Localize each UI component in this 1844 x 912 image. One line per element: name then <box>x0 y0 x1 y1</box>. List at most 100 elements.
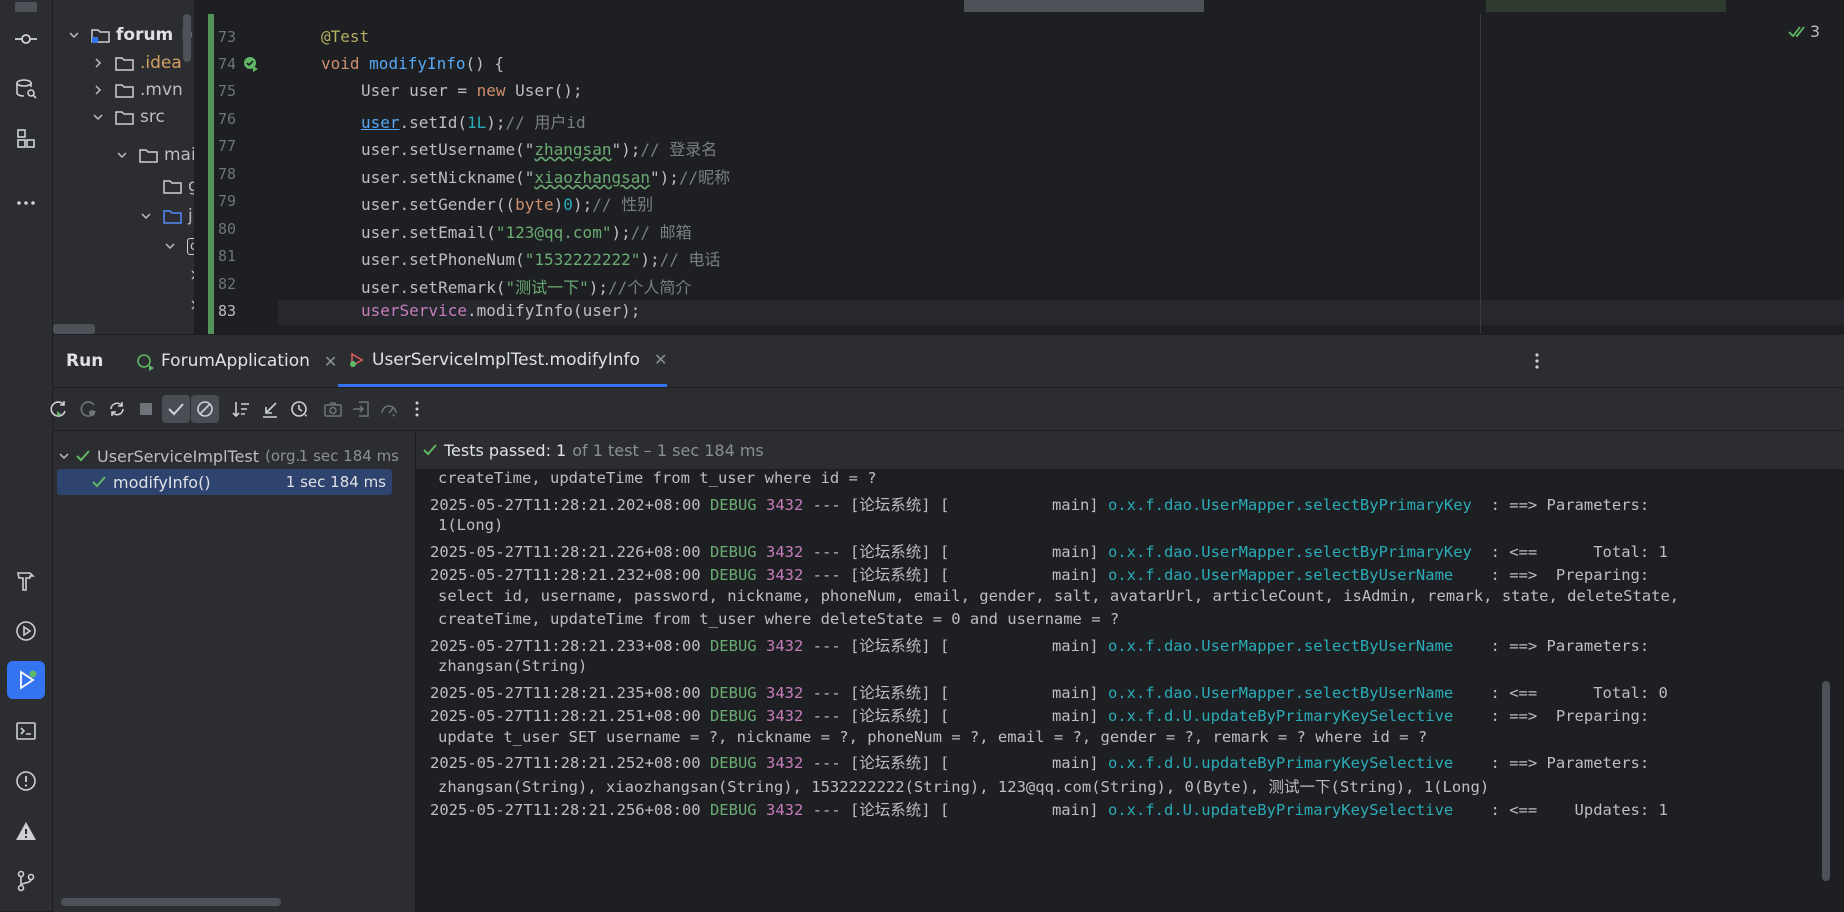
tree-item-label: .idea <box>140 53 182 73</box>
tree-item-main[interactable]: main <box>115 142 194 168</box>
code-line[interactable]: user.setGender((byte)0);// 性别 <box>361 191 653 215</box>
log-message: : ==> Parameters: <box>1453 636 1650 655</box>
coverage-button[interactable] <box>375 395 403 423</box>
code-line[interactable]: @Test <box>321 27 369 46</box>
more-tools-button[interactable] <box>7 184 45 222</box>
toggle-auto-test-button[interactable] <box>103 395 131 423</box>
log-level: DEBUG <box>709 495 757 514</box>
run-window-title: Run <box>66 351 104 371</box>
log-pid: 3432 <box>765 754 804 772</box>
log-spacer <box>701 543 710 561</box>
string-literal: "1532222222" <box>524 250 641 269</box>
build-tool-button[interactable] <box>7 562 45 600</box>
tree-item-idea[interactable]: .idea <box>91 50 182 76</box>
code-line[interactable]: void modifyInfo() { <box>321 54 504 73</box>
git-tool-button[interactable] <box>7 862 45 900</box>
tree-item-java[interactable]: ja <box>139 203 194 229</box>
chevron-right-icon <box>95 85 102 95</box>
log-continuation: createTime, updateTime from t_user where… <box>438 469 877 487</box>
services-tool-button[interactable] <box>7 612 45 650</box>
tree-item-collapsed[interactable] <box>187 292 194 318</box>
inspection-widget[interactable]: 3 <box>1788 22 1820 41</box>
console-vertical-scrollbar[interactable] <box>1822 681 1830 881</box>
code-line[interactable]: user.setRemark("测试一下");//个人简介 <box>361 274 691 298</box>
console-output[interactable]: Tests passed: 1 of 1 test – 1 sec 184 ms… <box>416 431 1844 912</box>
tree-horizontal-scrollbar[interactable] <box>61 898 281 906</box>
tree-item-forum[interactable]: forum D:\ <box>67 22 194 48</box>
log-spacer <box>701 496 710 514</box>
code-line[interactable]: user.setEmail("123@qq.com");// 邮箱 <box>361 219 692 243</box>
tree-item-label: main <box>164 145 194 165</box>
show-ignored-toggle[interactable] <box>191 395 219 423</box>
run-icon <box>20 670 37 690</box>
tab-user-service-impl-test[interactable]: UserServiceImplTest.modifyInfo ✕ <box>338 335 668 387</box>
tree-horizontal-scrollbar[interactable] <box>53 324 95 334</box>
comment: // 电话 <box>659 250 721 269</box>
code-text: ); <box>640 250 660 269</box>
log-thread: --- [论坛系统] [ main] <box>803 542 1108 561</box>
tree-item-collapsed[interactable] <box>187 262 194 288</box>
code-line[interactable]: user.setNickname("xiaozhangsan");//昵称 <box>361 164 730 188</box>
code-line[interactable]: user.setId(1L);// 用户id <box>361 109 586 133</box>
code-text: ); <box>486 113 506 132</box>
code-line[interactable]: userService.modifyInfo(user); <box>361 301 640 320</box>
log-timestamp: 2025-05-27T11:28:21.202+08:00 <box>430 495 701 514</box>
terminal-tool-button[interactable] <box>7 712 45 750</box>
tree-item-g[interactable]: g <box>163 173 194 199</box>
log-spacer <box>701 707 710 725</box>
code-text: user.setUsername(" <box>361 140 535 159</box>
close-icon[interactable]: ✕ <box>324 352 337 371</box>
code-text: User(); <box>505 81 583 100</box>
log-spacer <box>757 801 766 819</box>
database-tool-button[interactable] <box>7 70 45 108</box>
string-literal: "123@qq.com" <box>495 223 612 242</box>
line-number: 81 <box>218 247 237 265</box>
code-line[interactable]: User user = new User(); <box>361 81 583 100</box>
warnings-tool-button[interactable] <box>7 812 45 850</box>
log-level: DEBUG <box>709 566 757 584</box>
stop-icon <box>140 403 152 415</box>
line-gutter: 73 74 75 76 77 78 79 80 81 82 83 <box>194 0 278 334</box>
import-tests-button[interactable] <box>347 395 375 423</box>
rerun-failed-button[interactable] <box>75 395 103 423</box>
test-suite-row[interactable]: UserServiceImplTest (org. 1 sec 184 ms <box>57 443 405 469</box>
commit-tool-button[interactable] <box>7 20 45 58</box>
tree-vertical-scrollbar[interactable] <box>183 14 191 62</box>
test-history-button[interactable] <box>285 395 313 423</box>
structure-icon <box>17 129 35 148</box>
more-options-button[interactable] <box>1527 351 1547 375</box>
log-pid: 3432 <box>765 566 804 584</box>
log-message: : ==> Parameters: <box>1471 495 1650 514</box>
log-message: : <== Total: 1 <box>1471 542 1668 561</box>
import-icon <box>353 401 369 417</box>
log-entry: 2025-05-27T11:28:21.251+08:00 DEBUG 3432… <box>430 704 1649 726</box>
tree-item-package[interactable]: c <box>163 233 194 259</box>
test-passed-run-icon[interactable] <box>242 55 260 73</box>
test-case-row[interactable]: modifyInfo() 1 sec 184 ms <box>57 469 392 495</box>
tree-item-src[interactable]: src <box>91 104 165 130</box>
code-line[interactable]: user.setUsername("zhangsan");// 登录名 <box>361 136 717 160</box>
structure-tool-button[interactable] <box>7 120 45 158</box>
code-line[interactable]: user.setPhoneNum("1532222222");// 电话 <box>361 246 721 270</box>
comment: //个人简介 <box>608 278 692 297</box>
screenshot-button[interactable] <box>319 395 347 423</box>
stop-button[interactable] <box>132 395 160 423</box>
tree-item-mvn[interactable]: .mvn <box>91 77 183 103</box>
folder-icon <box>163 179 182 194</box>
more-toolbar-button[interactable] <box>403 395 431 423</box>
problems-tool-button[interactable] <box>7 762 45 800</box>
code-text: user.setRemark( <box>361 278 506 297</box>
close-icon[interactable]: ✕ <box>654 350 667 369</box>
collapse-all-button[interactable] <box>256 395 284 423</box>
show-passed-toggle[interactable] <box>162 395 190 423</box>
rerun-button[interactable] <box>45 395 73 423</box>
log-level: DEBUG <box>709 754 757 772</box>
sort-button[interactable] <box>227 395 255 423</box>
log-thread: --- [论坛系统] [ main] <box>803 707 1108 725</box>
test-status-bar: Tests passed: 1 of 1 test – 1 sec 184 ms <box>416 431 1844 469</box>
log-continuation: createTime, updateTime from t_user where… <box>438 610 1119 628</box>
tab-forum-application[interactable]: ForumApplication ✕ <box>135 335 337 387</box>
camera-icon <box>324 402 342 417</box>
run-tool-button[interactable] <box>7 661 45 699</box>
log-continuation: update t_user SET username = ?, nickname… <box>438 728 1427 746</box>
